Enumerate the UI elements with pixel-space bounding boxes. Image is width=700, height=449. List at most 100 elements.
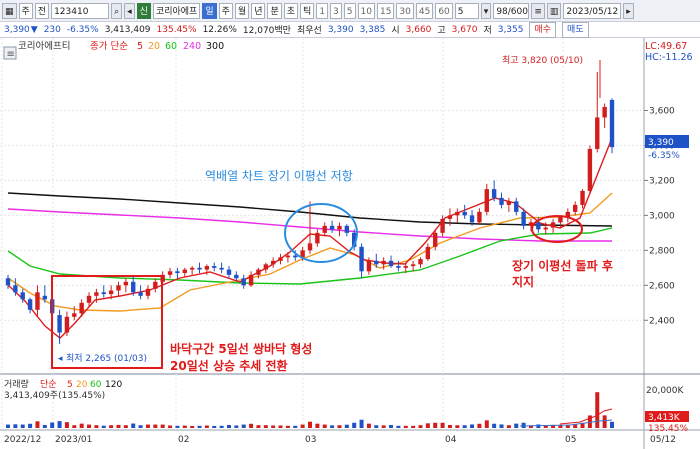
candle-body	[285, 255, 291, 258]
volume-bar	[499, 424, 504, 428]
candle-body	[64, 316, 70, 333]
volume-bar	[131, 423, 136, 428]
candle-body	[219, 267, 224, 270]
stock-code-input[interactable]: 123410	[51, 2, 110, 19]
candle-body	[263, 264, 269, 270]
down-arrow-icon: ▼	[30, 24, 38, 35]
price-change-pct: -6.35%	[66, 24, 99, 35]
candle-body	[153, 281, 158, 289]
interval-5-button[interactable]: 5	[343, 2, 356, 19]
price-tick-label: 3,600	[649, 106, 675, 116]
quote-bar: 3,390 ▼ 230 -6.35% 3,413,409 135.45% 12.2…	[0, 21, 700, 38]
interval-1-button[interactable]: 1	[316, 2, 329, 19]
candle-body	[307, 243, 313, 251]
date-input[interactable]: 2023/05/12	[563, 2, 622, 19]
candle-body	[602, 106, 607, 118]
interval-60-button[interactable]: 60	[435, 2, 453, 19]
volume-bar	[366, 423, 371, 428]
candle-body	[469, 215, 475, 223]
period-second-button[interactable]: 초	[283, 2, 299, 19]
candle-body	[337, 225, 342, 230]
volume-bar	[35, 421, 40, 428]
hc-label: HC:-11.26	[645, 52, 693, 63]
prev-arrow-icon[interactable]: ◂	[124, 2, 135, 19]
list-icon[interactable]: ≡	[531, 2, 545, 19]
low-arrow-icon: ◂	[58, 354, 63, 364]
candle-body	[241, 278, 246, 286]
period-year-button[interactable]: 년	[251, 2, 266, 19]
market-type-select[interactable]: 전	[34, 2, 50, 19]
candle-body	[388, 260, 394, 267]
interval-input[interactable]: 5	[454, 2, 479, 19]
volume-bar	[57, 421, 62, 428]
price-chart[interactable]: 3,6003,4003,2003,0002,8002,6002,400 2022…	[0, 38, 700, 449]
candle-body	[403, 266, 408, 268]
candle-body	[79, 302, 84, 314]
volume-bar	[418, 425, 423, 428]
volume-bar	[241, 424, 246, 428]
candle-body	[234, 274, 239, 279]
candle-body	[167, 271, 173, 275]
interval-10-button[interactable]: 10	[357, 2, 375, 19]
search-icon[interactable]: ⌕	[111, 2, 123, 19]
market-select[interactable]: 주	[18, 2, 33, 19]
buy-button[interactable]: 매수	[529, 21, 557, 38]
bottom-text-line1: 바닥구간 5일선 쌍바닥 형성	[170, 341, 312, 356]
interval-3-button[interactable]: 3	[330, 2, 342, 19]
period-tick-button[interactable]: 틱	[300, 2, 315, 19]
interval-45-button[interactable]: 45	[415, 2, 434, 19]
period-month-button[interactable]: 월	[234, 2, 250, 19]
interval-15-button[interactable]: 15	[376, 2, 395, 19]
candle-body	[396, 266, 401, 268]
volume-bar	[315, 423, 320, 428]
sell-button[interactable]: 매도	[562, 21, 589, 38]
ma-label-240: 240	[183, 41, 201, 52]
high-price-label: 최고 3,820 (05/10)	[502, 55, 583, 66]
volume-bar	[389, 425, 394, 428]
candle-body	[506, 201, 512, 205]
interval-30-button[interactable]: 30	[396, 2, 414, 19]
candle-body	[189, 267, 195, 270]
period-minute-button[interactable]: 분	[267, 2, 282, 19]
candle-body	[197, 267, 202, 270]
volume-bar	[484, 420, 489, 428]
period-week-button[interactable]: 주	[218, 2, 233, 19]
toolbar: ▦ 주 전 123410 ⌕ ◂ 신 코리아에프 일 주 월 년 분 초 틱 1…	[0, 0, 700, 22]
candle-body	[27, 299, 33, 310]
volume-bar	[138, 425, 143, 428]
calendar-icon[interactable]: ▸	[623, 2, 634, 19]
candle-body	[455, 211, 460, 216]
volume-bar	[543, 425, 548, 428]
current-price-tag-pct: -6.35%	[648, 151, 680, 161]
volume-bar	[160, 424, 165, 428]
volume-bar	[285, 425, 290, 428]
price-change: 230	[43, 24, 61, 35]
volume-bar	[204, 425, 209, 428]
volume-bar	[263, 425, 268, 428]
volume-bar	[470, 424, 475, 428]
candle-body	[226, 269, 232, 275]
candle-body	[256, 269, 261, 275]
volume-bar	[595, 392, 600, 428]
chevron-down-icon[interactable]: ▾	[480, 2, 492, 19]
ma-label-20: 20	[148, 41, 160, 52]
period-day-button[interactable]: 일	[202, 2, 217, 19]
volume-bar	[278, 425, 283, 428]
volume-label: 거래량	[4, 378, 29, 390]
volume-bar	[64, 422, 69, 428]
candle-body	[550, 222, 556, 228]
volume-value: 3,413,409	[104, 24, 151, 35]
volume-bar	[411, 425, 416, 428]
table-icon[interactable]: ▥	[546, 2, 562, 19]
candle-body	[514, 201, 519, 212]
high-value: 3,670	[451, 24, 478, 35]
candle-body	[86, 295, 92, 303]
volume-bar	[514, 423, 519, 428]
candle-body	[433, 232, 438, 247]
candle-body	[101, 292, 106, 295]
date-tick-label: 2022/12	[4, 435, 41, 445]
data-count[interactable]: 98/600	[493, 2, 530, 19]
date-tick-label: 02	[178, 435, 189, 445]
volume-bar	[50, 422, 55, 428]
grid-icon[interactable]: ▦	[2, 2, 17, 19]
